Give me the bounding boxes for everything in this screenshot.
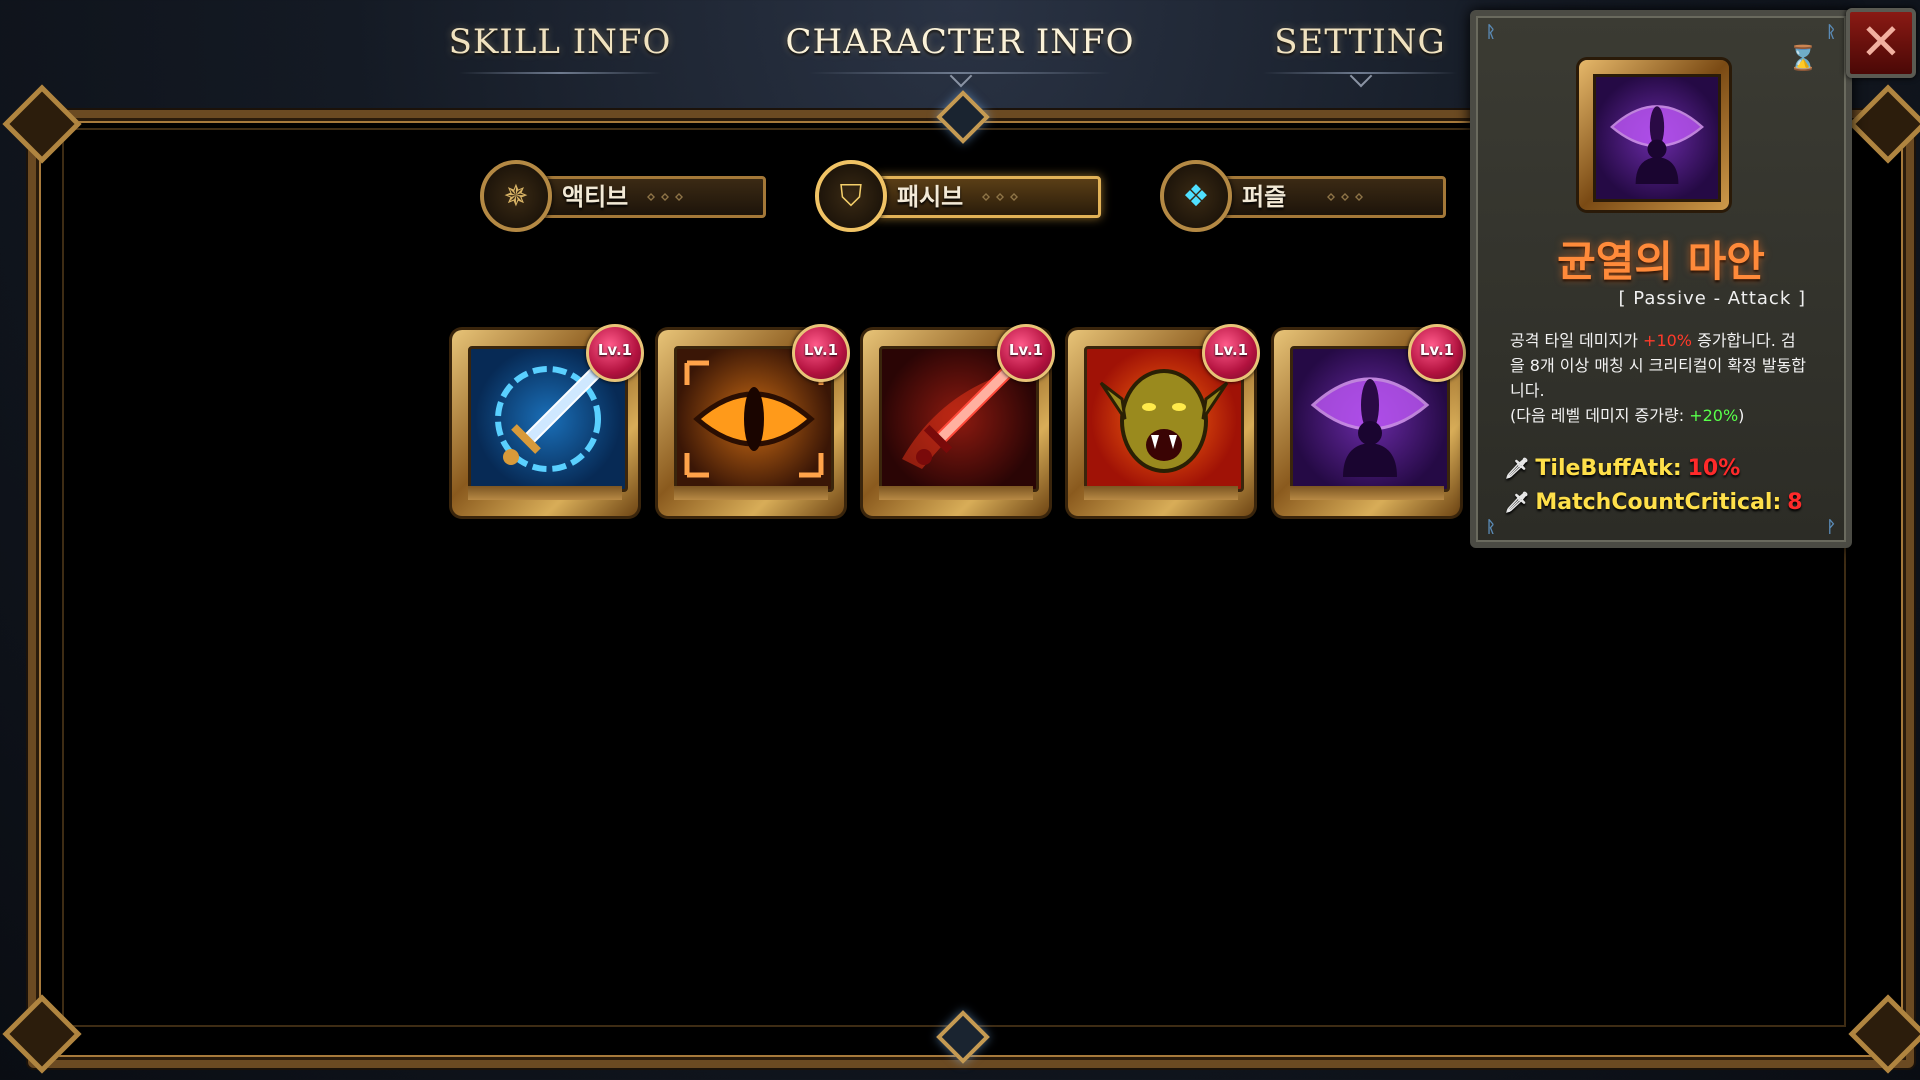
subtab-puzzle-label: 퍼즐 [1242,183,1287,211]
shield-icon: ⛉ [815,160,887,232]
subtab-deco: ⋄⋄⋄ [981,187,1024,206]
top-navigation: SKILL INFO CHARACTER INFO SETTING [0,0,1470,90]
skill-slot-shelf [1290,486,1444,500]
stat-name: TileBuffAtk: [1535,456,1682,481]
sword-icon: 🗡 [1504,456,1530,480]
skill-slot-orc-rage[interactable]: Lv.1 [1068,324,1260,516]
subtab-puzzle[interactable]: ❖ 퍼즐 ⋄⋄⋄ [1150,150,1450,238]
stat-tile-buff-atk: 🗡 TileBuffAtk: 10% [1504,452,1740,484]
skill-title: 균열의 마안 [1557,237,1765,286]
skill-slot-blue-sword[interactable]: Lv.1 [452,324,644,516]
tab-skill-info-label: SKILL INFO [448,22,672,62]
tab-setting[interactable]: SETTING [1245,14,1475,88]
rune-ornament: ᚹ [1826,517,1836,536]
puzzle-knot-icon: ❖ [1160,160,1232,232]
skill-slot-shelf [674,486,828,500]
subtab-passive-label: 패시브 [897,183,964,211]
tooltip-skill-icon-frame [1579,60,1729,210]
skill-description: 공격 타일 데미지가 +10% 증가합니다. 검을 8개 이상 매칭 시 크리티… [1510,328,1810,428]
skill-slot-shelf [879,486,1033,500]
desc-next-prefix: (다음 레벨 데미지 증가량: [1510,406,1685,425]
level-badge: Lv.1 [792,324,850,382]
sword-icon: 🗡 [1504,490,1530,514]
level-badge: Lv.1 [586,324,644,382]
tab-character-info[interactable]: CHARACTER INFO [780,14,1140,88]
subtab-deco: ⋄⋄⋄ [1326,187,1369,206]
skill-slot-purple-eye[interactable]: Lv.1 [1274,324,1466,516]
level-badge: Lv.1 [1202,324,1260,382]
stat-match-count-critical: 🗡 MatchCountCritical: 8 [1504,486,1803,518]
tab-character-info-label: CHARACTER INFO [785,22,1135,62]
close-icon: ✕ [1860,13,1902,71]
skill-type: [ Passive - Attack ] [1618,288,1806,309]
stat-name: MatchCountCritical: [1535,490,1782,515]
skill-slot-shelf [468,486,622,500]
subtab-deco: ⋄⋄⋄ [646,187,689,206]
compass-icon: ✵ [480,160,552,232]
stat-value: 10% [1687,456,1741,481]
skill-slot-shelf [1084,486,1238,500]
skill-slot-bloody-sword[interactable]: Lv.1 [863,324,1055,516]
rune-ornament: ᚱ [1486,517,1496,536]
tab-skill-info[interactable]: SKILL INFO [440,14,680,74]
skill-slot-dragon-eye[interactable]: Lv.1 [658,324,850,516]
desc-prefix: 공격 타일 데미지가 [1510,331,1638,350]
desc-bonus: +10% [1643,331,1692,350]
rune-ornament: ᚱ [1826,22,1836,41]
purple-eye-icon [1593,74,1721,202]
desc-next-bonus: +20% [1689,406,1739,425]
rune-ornament: ᚱ [1486,22,1496,41]
desc-next-suffix: ) [1738,406,1745,425]
hourglass-icon: ⌛ [1788,44,1818,72]
subtab-passive[interactable]: ⛉ 패시브 ⋄⋄⋄ [805,150,1105,238]
close-button[interactable]: ✕ [1846,8,1916,78]
stat-value: 8 [1787,490,1803,515]
tab-underline [459,72,661,74]
subtab-active[interactable]: ✵ 액티브 ⋄⋄⋄ [470,150,770,238]
level-badge: Lv.1 [1408,324,1466,382]
level-badge: Lv.1 [997,324,1055,382]
tab-active-notch [949,64,973,88]
tab-notch [1349,64,1373,88]
tab-setting-label: SETTING [1274,22,1446,62]
subtab-active-label: 액티브 [562,183,629,211]
skill-tooltip-panel: ᚱ ᚱ ᚱ ᚹ ⌛ 균열의 마안 [ Passive - Attack ] 공격… [1470,10,1852,548]
